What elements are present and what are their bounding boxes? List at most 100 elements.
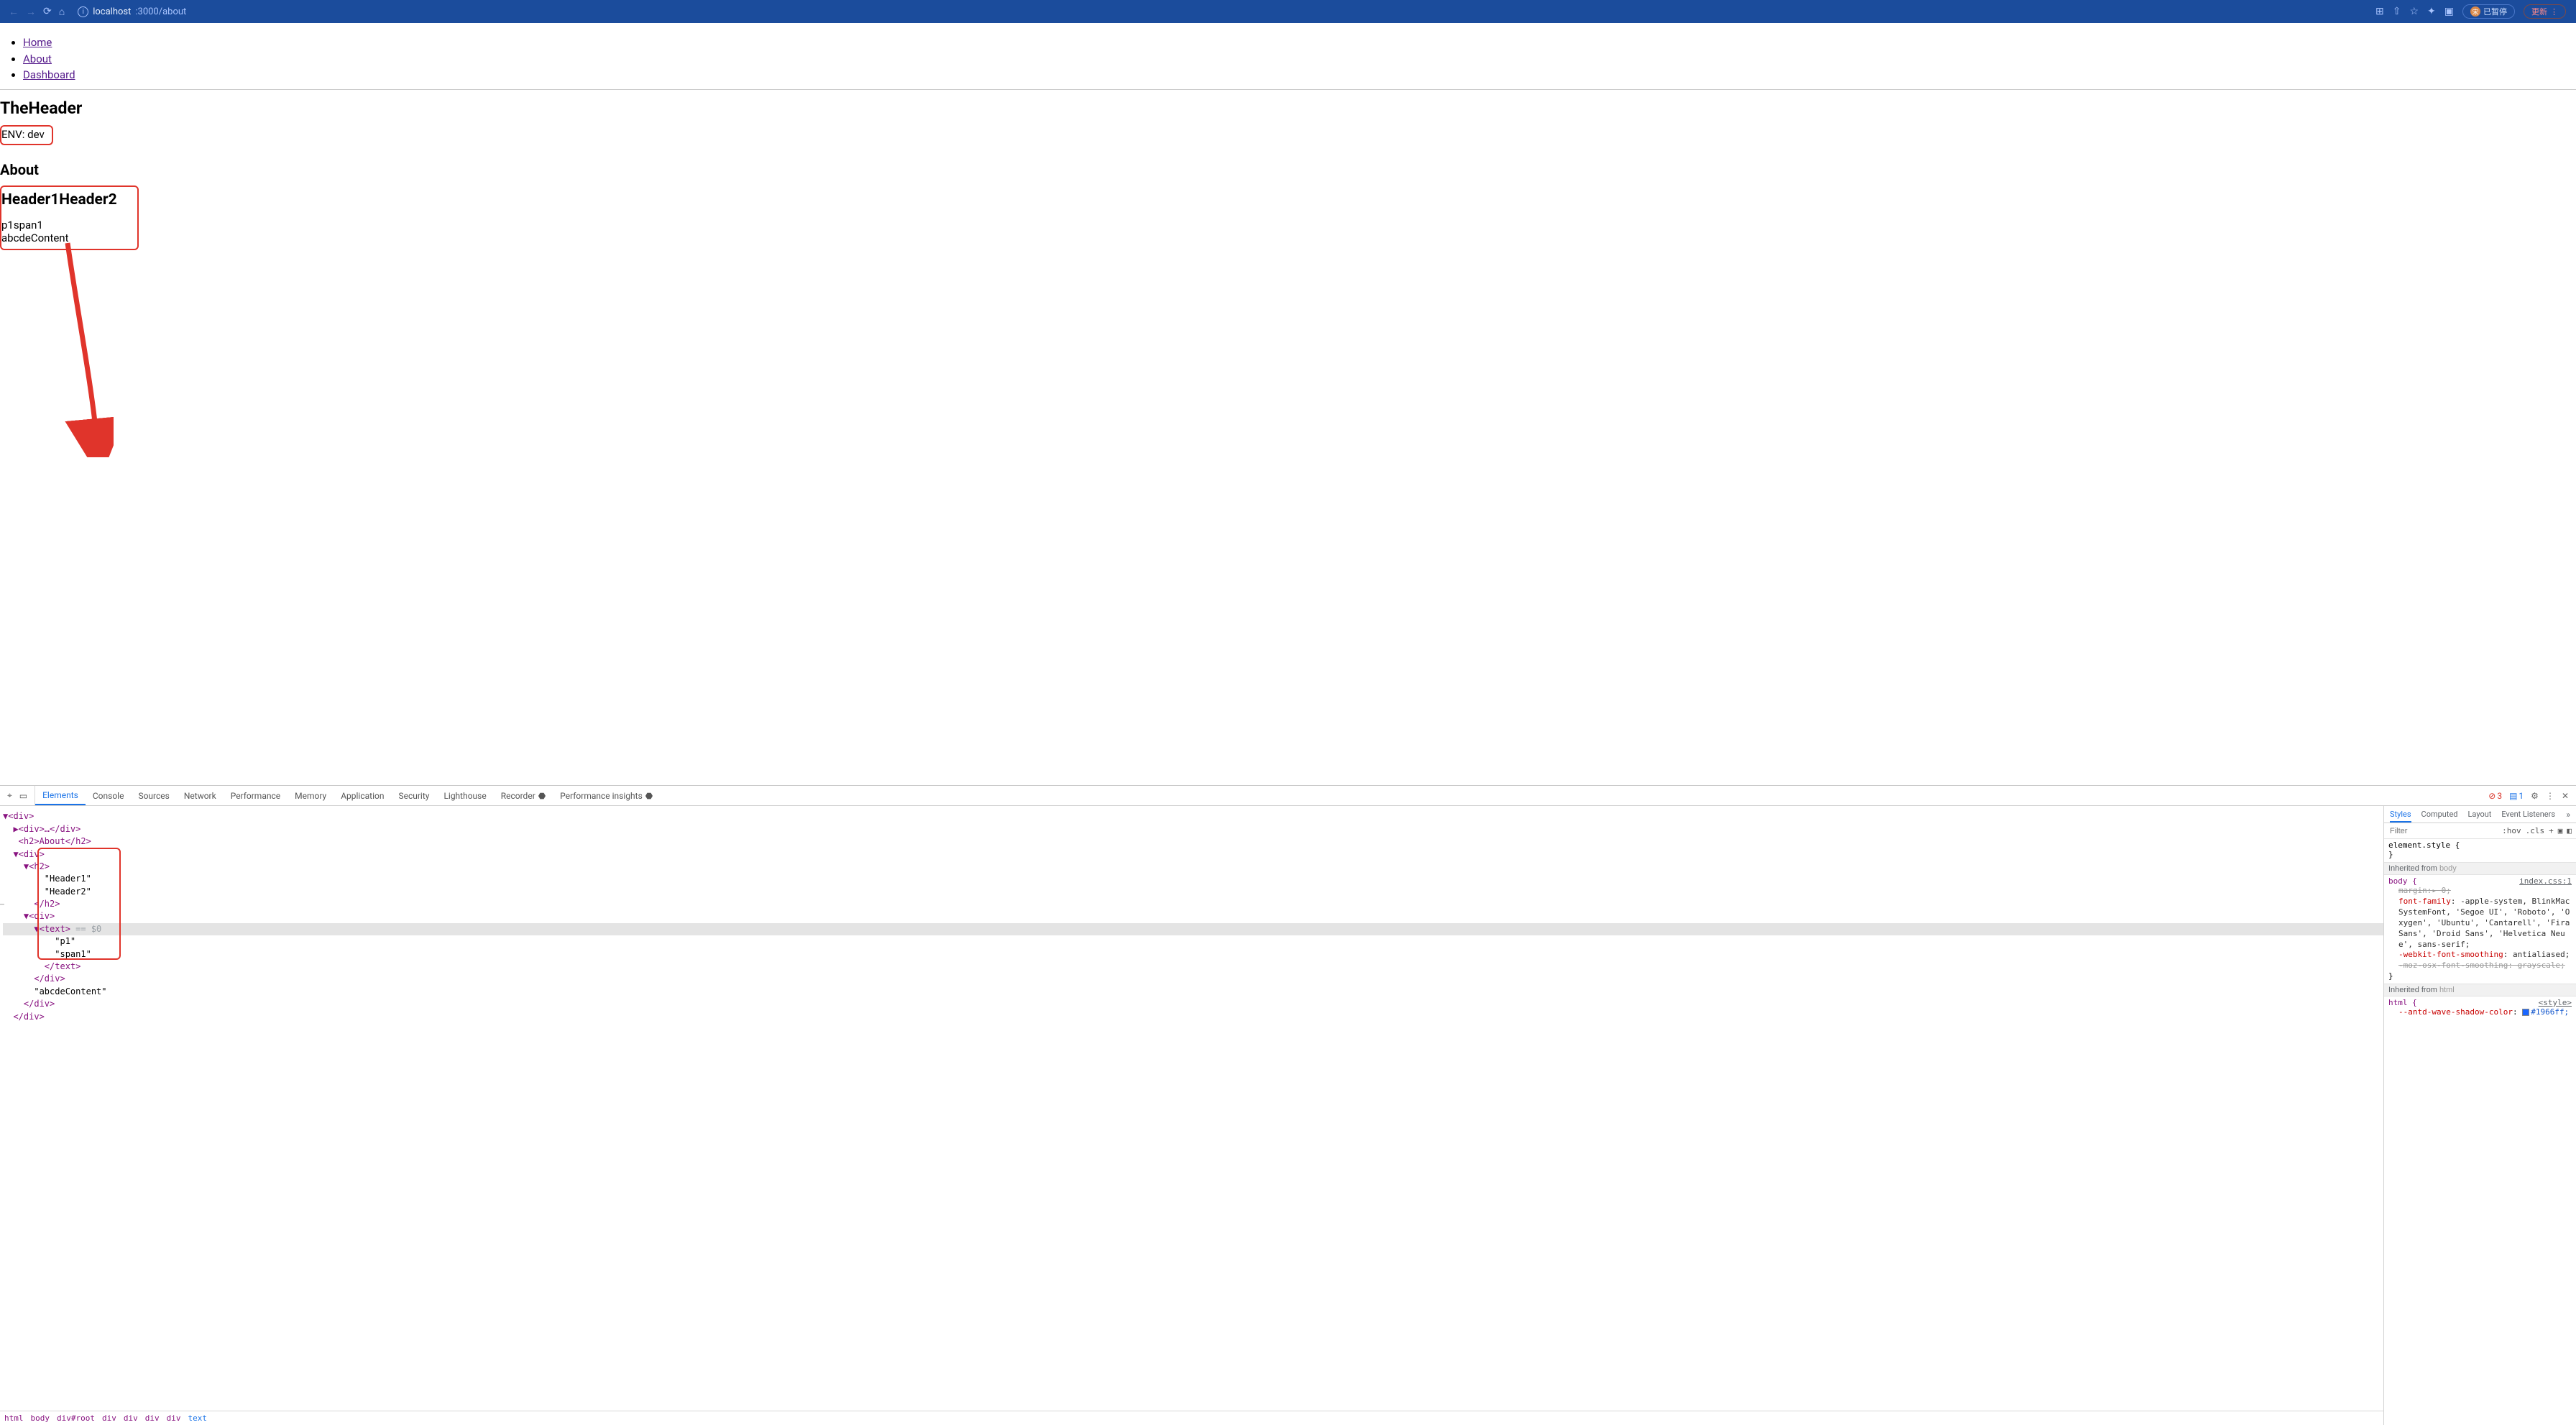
nav-link-dashboard[interactable]: Dashboard	[23, 68, 75, 81]
sidebar-toggle-icon[interactable]: ◧	[2567, 826, 2572, 835]
dom-text[interactable]: "Header1"	[3, 874, 91, 884]
back-icon[interactable]: ←	[9, 6, 19, 18]
crumb-html[interactable]: html	[4, 1413, 24, 1423]
error-count-badge[interactable]: ⊘3	[2488, 791, 2502, 801]
about-heading: About	[0, 161, 2576, 178]
tab-performance[interactable]: Performance	[224, 786, 288, 805]
css-decl-antd-wave[interactable]: --antd-wave-shadow-color: #1966ff;	[2388, 1007, 2572, 1018]
more-tabs-icon[interactable]: »	[2566, 810, 2570, 820]
inherited-from-body: Inherited from body	[2384, 862, 2576, 875]
more-menu-icon[interactable]: ⋮	[2546, 791, 2554, 801]
hov-toggle[interactable]: :hov	[2502, 826, 2521, 835]
dom-breadcrumb[interactable]: html body div#root div div div div text	[0, 1411, 2383, 1425]
styles-filter-input[interactable]	[2388, 826, 2498, 836]
tab-security[interactable]: Security	[391, 786, 436, 805]
crumb-root[interactable]: div#root	[57, 1413, 95, 1423]
forward-icon[interactable]: →	[26, 6, 36, 18]
browser-toolbar: ← → ⟳ ⌂ i localhost:3000/about ⊞ ⇧ ☆ ✦ ▣…	[0, 0, 2576, 23]
dom-node[interactable]: ▼<div>	[3, 849, 45, 859]
dom-node[interactable]: </h2>	[3, 899, 60, 909]
info-count-badge[interactable]: ▤1	[2509, 791, 2524, 801]
dom-text[interactable]: "abcdeContent"	[3, 986, 107, 996]
tab-lighthouse[interactable]: Lighthouse	[436, 786, 493, 805]
gutter-collapse-icon[interactable]: ⋯	[0, 901, 5, 909]
home-icon[interactable]: ⌂	[59, 6, 65, 18]
inspect-element-icon[interactable]: ⌖	[7, 790, 12, 801]
dom-node[interactable]: </div>	[3, 999, 55, 1009]
dom-node[interactable]: ▼<h2>	[3, 861, 50, 871]
element-style-rule[interactable]: element.style {	[2388, 840, 2572, 850]
cls-toggle[interactable]: .cls	[2526, 826, 2545, 835]
css-decl-margin[interactable]: margin:▸ 0;	[2388, 886, 2572, 897]
dom-text[interactable]: "p1"	[3, 936, 75, 946]
crumb-div[interactable]: div	[124, 1413, 138, 1423]
device-toggle-icon[interactable]: ▭	[19, 791, 27, 801]
styles-tab-layout[interactable]: Layout	[2468, 810, 2492, 819]
share-icon[interactable]: ⇧	[2393, 6, 2401, 17]
tab-memory[interactable]: Memory	[288, 786, 334, 805]
site-info-icon[interactable]: i	[78, 6, 88, 17]
tab-console[interactable]: Console	[86, 786, 132, 805]
dom-node-selected[interactable]: ▼<text>	[3, 924, 70, 934]
dom-tree[interactable]: ⋯ ▼<div> ▶<div>…</div> <h2>About</h2> ▼<…	[0, 806, 2383, 1411]
css-decl-font-family[interactable]: font-family: -apple-system, BlinkMacSyst…	[2388, 897, 2572, 950]
styles-tab-styles[interactable]: Styles	[2390, 810, 2411, 823]
url-host: localhost	[93, 6, 131, 17]
content-annotation-box: Header1Header2 p1span1 abcdeContent	[0, 185, 139, 250]
settings-gear-icon[interactable]: ⚙	[2531, 791, 2539, 801]
side-panel-icon[interactable]: ▣	[2444, 6, 2454, 17]
address-bar[interactable]: i localhost:3000/about	[78, 6, 186, 17]
translate-icon[interactable]: ⊞	[2375, 6, 2384, 17]
css-decl-moz-smoothing[interactable]: -moz-osx-font-smoothing: grayscale;	[2388, 961, 2572, 971]
tab-sources[interactable]: Sources	[131, 786, 176, 805]
styles-tab-events[interactable]: Event Listeners	[2501, 810, 2555, 819]
env-annotation-box: ENV: dev	[0, 125, 53, 145]
avatar-icon: 宋	[2470, 6, 2480, 17]
crumb-div[interactable]: div	[145, 1413, 160, 1423]
dom-node[interactable]: ▼<div>	[3, 811, 34, 821]
crumb-div[interactable]: div	[167, 1413, 181, 1423]
new-rule-icon[interactable]: +	[2549, 826, 2554, 835]
update-label: 更新	[2531, 6, 2547, 17]
body-selector[interactable]: body {	[2388, 876, 2417, 886]
styles-tab-computed[interactable]: Computed	[2421, 810, 2458, 819]
crumb-div[interactable]: div	[102, 1413, 116, 1423]
menu-dots-icon: ⋮	[2550, 7, 2558, 17]
dom-node[interactable]: </text>	[3, 961, 80, 971]
dom-node[interactable]: <h2>About</h2>	[3, 836, 91, 846]
dom-text[interactable]: "Header2"	[3, 886, 91, 897]
preview-dot-icon: ⬣	[538, 791, 546, 801]
dom-node[interactable]: ▼<div>	[3, 911, 55, 921]
extensions-puzzle-icon[interactable]: ✦	[2427, 6, 2436, 17]
reload-icon[interactable]: ⟳	[43, 6, 52, 17]
update-pill[interactable]: 更新 ⋮	[2524, 4, 2566, 19]
html-selector[interactable]: html {	[2388, 998, 2417, 1007]
dom-node[interactable]: </div>	[3, 973, 65, 984]
nav-link-about[interactable]: About	[23, 52, 52, 65]
tab-application[interactable]: Application	[334, 786, 391, 805]
dom-node[interactable]: ▶<div>…</div>	[3, 824, 80, 834]
tab-recorder[interactable]: Recorder ⬣	[494, 786, 553, 805]
paused-label: 已暂停	[2483, 6, 2507, 17]
dom-text[interactable]: "span1"	[3, 949, 91, 959]
toolbar-icons: ⊞ ⇧ ☆ ✦ ▣ 宋 已暂停 更新 ⋮	[2375, 4, 2566, 19]
source-link[interactable]: index.css:1	[2519, 876, 2572, 886]
crumb-text[interactable]: text	[188, 1413, 207, 1423]
crumb-body[interactable]: body	[31, 1413, 50, 1423]
close-devtools-icon[interactable]: ✕	[2562, 791, 2569, 801]
css-decl-webkit-smoothing[interactable]: -webkit-font-smoothing: antialiased;	[2388, 950, 2572, 961]
devtools-panel: ⌖ ▭ Elements Console Sources Network Per…	[0, 785, 2576, 1425]
styles-tabbar: Styles Computed Layout Event Listeners »	[2384, 806, 2576, 823]
tab-network[interactable]: Network	[177, 786, 224, 805]
nav-link-home[interactable]: Home	[23, 36, 52, 49]
tab-elements[interactable]: Elements	[35, 786, 86, 805]
tab-perf-insights[interactable]: Performance insights ⬣	[553, 786, 660, 805]
profile-paused-pill[interactable]: 宋 已暂停	[2462, 4, 2515, 19]
source-link-style[interactable]: <style>	[2539, 998, 2572, 1007]
bookmark-star-icon[interactable]: ☆	[2409, 6, 2419, 17]
styles-sidebar: Styles Computed Layout Event Listeners »…	[2383, 806, 2576, 1425]
computed-box-icon[interactable]: ▣	[2558, 826, 2563, 835]
p1span1-text: p1span1	[1, 219, 117, 232]
dom-node[interactable]: </div>	[3, 1012, 45, 1022]
color-swatch-icon[interactable]	[2522, 1009, 2529, 1016]
